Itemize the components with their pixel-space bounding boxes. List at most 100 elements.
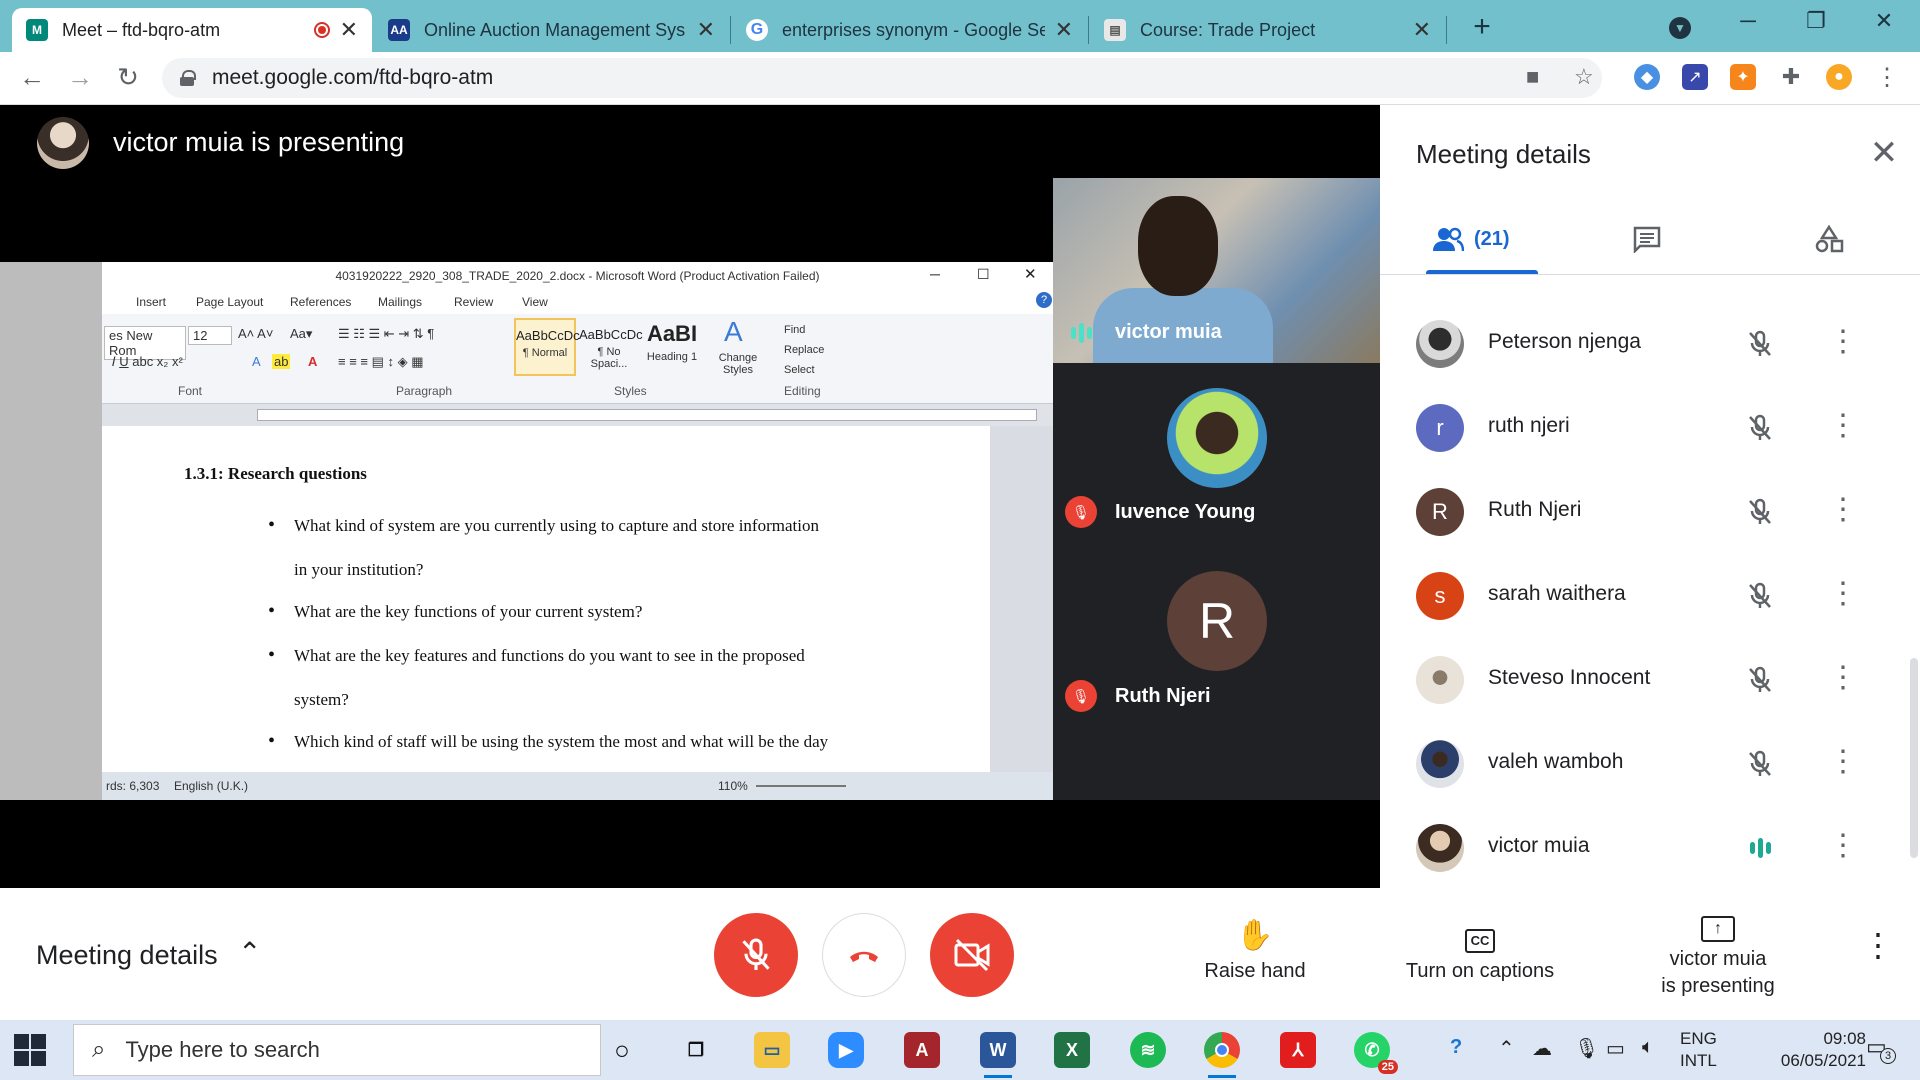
tab-title: Course: Trade Project (1140, 19, 1316, 40)
lock-icon (180, 70, 196, 86)
bookmark-star-icon[interactable]: ☆ (1574, 64, 1594, 90)
more-options-icon[interactable]: ⋮ (1828, 406, 1858, 446)
mic-off-icon[interactable] (1744, 328, 1776, 360)
excel-icon[interactable]: X (1054, 1032, 1090, 1068)
meeting-details-label[interactable]: Meeting details (36, 940, 218, 971)
mic-off-icon[interactable] (1744, 412, 1776, 444)
spotify-icon[interactable]: ≋ (1130, 1032, 1166, 1068)
word-tab: References (290, 295, 352, 309)
mic-toggle-button[interactable] (714, 913, 798, 997)
tab-people[interactable]: (21) (1432, 215, 1510, 263)
close-panel-icon[interactable]: ✕ (1864, 133, 1904, 173)
tab-title: Online Auction Management Sys (424, 19, 686, 40)
participant-row: victor muia ⋮ (1380, 806, 1920, 890)
camera-toggle-button[interactable] (930, 913, 1014, 997)
style-no-spacing: AaBbCcDc ¶ No Spaci... (578, 318, 643, 376)
more-options-icon[interactable]: ⋮ (1828, 826, 1858, 866)
help-icon[interactable]: ? (1450, 1036, 1462, 1059)
forward-icon[interactable]: → (62, 62, 98, 93)
more-options-icon[interactable]: ⋮ (1828, 742, 1858, 782)
browser-tab-strip: M Meet – ftd-bqro-atm ✕ AA Online Auctio… (0, 0, 1920, 52)
metamask-icon[interactable]: ✦ (1730, 64, 1756, 90)
meeting-stage: victor muia is presenting 4031920222_292… (0, 105, 1380, 888)
browser-menu-icon[interactable]: ⋮ (1874, 64, 1900, 91)
chrome-icon[interactable] (1204, 1032, 1240, 1078)
mic-off-icon[interactable] (1744, 580, 1776, 612)
more-options-icon[interactable]: ⋮ (1828, 490, 1858, 530)
taskbar: ⌕ Type here to search ○ ❐ ▭ ▶ A W X ≋ ⅄ … (0, 1020, 1920, 1080)
mic-off-icon[interactable] (1744, 664, 1776, 696)
tile-name: victor muia (1115, 321, 1222, 343)
more-options-icon[interactable]: ⋮ (1828, 658, 1858, 698)
extension-icon[interactable]: ◆ (1634, 64, 1660, 90)
zoom-level: 110% (718, 779, 748, 793)
tab-chat[interactable] (1632, 215, 1662, 263)
mic-off-icon[interactable] (1744, 748, 1776, 780)
replace-button: Replace (784, 344, 825, 356)
onedrive-icon[interactable]: ☁ (1532, 1036, 1552, 1061)
people-count: (21) (1474, 227, 1510, 250)
close-window-icon[interactable]: ✕ (1864, 8, 1904, 34)
chevron-up-icon[interactable]: ⌃ (238, 936, 261, 969)
participant-row: Peterson njenga ⋮ (1380, 302, 1920, 386)
presenter-avatar (37, 117, 89, 169)
windows-start-icon[interactable] (14, 1034, 46, 1066)
volume-icon[interactable]: 🔈︎ (1642, 1036, 1654, 1059)
acrobat-icon[interactable]: ⅄ (1280, 1032, 1316, 1068)
more-options-icon[interactable]: ⋮ (1862, 926, 1894, 964)
present-button[interactable]: ↑ victor muia is presenting (1630, 906, 1806, 998)
zoom-app-icon[interactable]: ▶ (828, 1032, 864, 1068)
notification-center-icon[interactable]: ▭ 3 (1866, 1034, 1896, 1064)
microphone-icon[interactable]: 🎙︎ (1574, 1036, 1599, 1061)
address-bar[interactable]: meet.google.com/ftd-bqro-atm (162, 58, 1602, 98)
close-tab-icon[interactable]: ✕ (697, 17, 715, 43)
close-tab-icon[interactable]: ✕ (1055, 17, 1073, 43)
more-options-icon[interactable]: ⋮ (1828, 322, 1858, 362)
tab-search-icon[interactable]: ▼ (1660, 12, 1700, 39)
clock[interactable]: 09:08 06/05/2021 (1756, 1028, 1866, 1072)
camera-icon[interactable]: ■ (1526, 64, 1539, 90)
tab-google[interactable]: G enterprises synonym - Google Se ✕ (732, 8, 1087, 52)
panel-title: Meeting details (1416, 139, 1591, 169)
word-minimize-icon: ─ (930, 266, 940, 282)
meeting-controls: Meeting details ⌃ ✋ Raise hand CC Turn o… (0, 888, 1920, 1020)
word-icon[interactable]: W (980, 1032, 1016, 1078)
tab-activities[interactable] (1814, 215, 1844, 263)
taskbar-search[interactable]: ⌕ Type here to search (73, 1024, 601, 1076)
file-explorer-icon[interactable]: ▭ (754, 1032, 790, 1068)
highlight-icon: ab (272, 354, 291, 369)
leave-call-button[interactable] (822, 913, 906, 997)
word-window: 4031920222_2920_308_TRADE_2020_2.docx - … (102, 262, 1053, 800)
captions-button[interactable]: CC Turn on captions (1394, 918, 1566, 983)
close-tab-icon[interactable]: ✕ (340, 17, 358, 43)
scrollbar[interactable] (1910, 658, 1918, 858)
language-indicator[interactable]: ENG INTL (1680, 1028, 1717, 1072)
close-tab-icon[interactable]: ✕ (1413, 17, 1431, 43)
activities-icon (1815, 224, 1844, 253)
battery-icon[interactable]: ▭ (1606, 1036, 1625, 1061)
back-icon[interactable]: ← (14, 62, 50, 93)
word-close-icon: ✕ (1024, 266, 1037, 283)
cortana-icon[interactable]: ○ (604, 1032, 640, 1068)
profile-avatar[interactable]: ● (1826, 64, 1852, 90)
tab-auction[interactable]: AA Online Auction Management Sys ✕ (374, 8, 729, 52)
participant-name: Ruth Njeri (1488, 498, 1582, 521)
raise-hand-button[interactable]: ✋ Raise hand (1190, 918, 1320, 983)
new-tab-button[interactable]: + (1462, 10, 1502, 44)
mic-off-icon[interactable] (1744, 496, 1776, 528)
extensions-puzzle-icon[interactable]: ✚ (1778, 64, 1804, 90)
chevron-up-icon[interactable]: ⌃ (1498, 1036, 1515, 1061)
tab-meet[interactable]: M Meet – ftd-bqro-atm ✕ (12, 8, 372, 52)
tab-course[interactable]: ▤ Course: Trade Project ✕ (1090, 8, 1445, 52)
whatsapp-icon[interactable]: ✆ 25 (1354, 1032, 1398, 1074)
restore-icon[interactable]: ❐ (1796, 8, 1836, 34)
more-options-icon[interactable]: ⋮ (1828, 574, 1858, 614)
task-view-icon[interactable]: ❐ (678, 1032, 714, 1068)
find-button: Find (784, 324, 806, 336)
extension-icon[interactable]: ↗ (1682, 64, 1708, 90)
minimize-icon[interactable]: ─ (1728, 8, 1768, 34)
access-icon[interactable]: A (904, 1032, 940, 1068)
change-styles-label: Change Styles (718, 352, 758, 376)
reload-icon[interactable]: ↻ (110, 62, 146, 93)
mic-off-icon (742, 938, 770, 970)
